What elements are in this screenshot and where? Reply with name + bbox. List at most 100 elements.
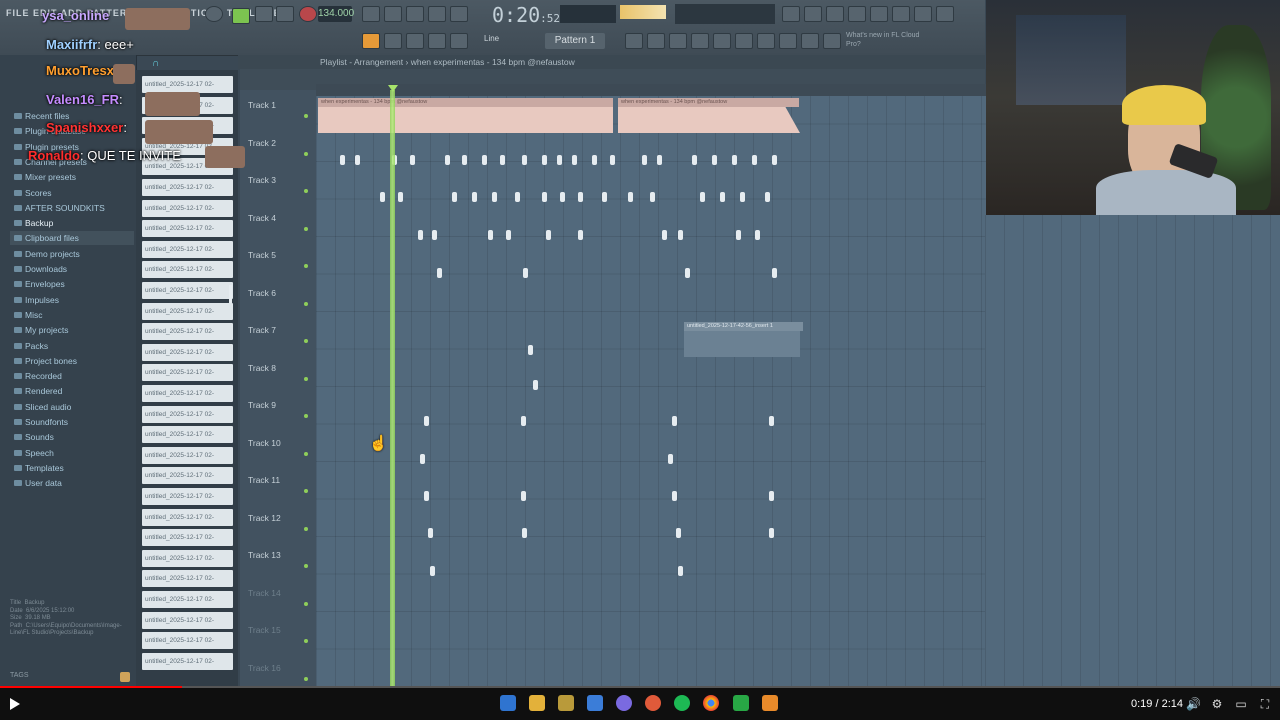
track-label[interactable]: Track 2 (248, 138, 276, 148)
touch-keyboard-icon[interactable] (757, 33, 775, 49)
track-mute-icon[interactable] (304, 676, 308, 681)
pattern-note[interactable] (445, 155, 450, 165)
close-icon[interactable] (804, 6, 822, 22)
file-item[interactable]: untitled_2025-12-17 02- (142, 426, 233, 444)
browser-item[interactable]: Project bones (14, 356, 77, 366)
snap-mode-select[interactable]: Line (484, 34, 499, 43)
file-item[interactable]: untitled_2025-12-17 02- (142, 240, 233, 258)
pattern-note[interactable] (772, 155, 777, 165)
track-mute-icon[interactable] (304, 376, 308, 381)
browser-tags-label[interactable]: TAGS (10, 672, 29, 679)
mic-icon[interactable] (826, 6, 844, 22)
fullscreen-icon[interactable]: ⛶ (1258, 697, 1272, 711)
channel-rack-icon[interactable] (669, 33, 687, 49)
browser-item[interactable]: AFTER SOUNDKITS (14, 203, 105, 213)
browser-item[interactable]: Demo projects (14, 249, 80, 259)
audio-clip-header[interactable]: when experimentas - 134 bpm @nefaustow (318, 98, 613, 107)
tempo-display[interactable]: 134.000 (318, 6, 354, 22)
chrome-icon[interactable] (703, 695, 719, 711)
pattern-note[interactable] (700, 192, 705, 202)
volume-icon[interactable]: 🔊 (1186, 697, 1201, 711)
file-item[interactable]: untitled_2025-12-17 02- (142, 549, 233, 567)
browser-item[interactable]: Mixer presets (14, 172, 76, 182)
audio-clip[interactable] (618, 107, 800, 133)
piano-roll-icon[interactable] (647, 33, 665, 49)
link-icon[interactable] (428, 33, 446, 49)
track-label[interactable]: Track 7 (248, 325, 276, 335)
pattern-note[interactable] (678, 566, 683, 576)
file-item[interactable]: untitled_2025-12-17 02- (142, 446, 233, 464)
file-item[interactable]: untitled_2025-12-17 02- (142, 467, 233, 485)
help-icon[interactable] (848, 6, 866, 22)
pattern-note[interactable] (732, 155, 737, 165)
track-label[interactable]: Track 10 (248, 438, 281, 448)
pattern-note[interactable] (765, 192, 770, 202)
pattern-note[interactable] (462, 155, 467, 165)
pattern-note[interactable] (692, 155, 697, 165)
pattern-note[interactable] (506, 230, 511, 240)
pattern-note[interactable] (668, 454, 673, 464)
song-mode-button[interactable] (232, 8, 250, 24)
pattern-note[interactable] (424, 491, 429, 501)
file-item[interactable]: untitled_2025-12-17 02- (142, 261, 233, 279)
browser-item[interactable]: Rendered (14, 386, 62, 396)
excel-icon[interactable] (733, 695, 749, 711)
track-label[interactable]: Track 12 (248, 513, 281, 523)
track-mute-icon[interactable] (304, 226, 308, 231)
track-mute-icon[interactable] (304, 151, 308, 156)
undo-icon[interactable] (782, 6, 800, 22)
track-label[interactable]: Track 3 (248, 175, 276, 185)
browser-item[interactable]: Envelopes (14, 279, 65, 289)
track-label[interactable]: Track 6 (248, 288, 276, 298)
track-mute-icon[interactable] (304, 414, 308, 418)
play-button[interactable] (255, 6, 273, 22)
audio-clip-header[interactable]: when experimentas - 134 bpm @nefaustow (618, 98, 799, 107)
pattern-note[interactable] (678, 230, 683, 240)
browser-item[interactable]: Misc (14, 310, 42, 320)
miniplayer-icon[interactable]: ▭ (1234, 697, 1248, 711)
script-icon[interactable] (801, 33, 819, 49)
browser-item[interactable]: Speech (14, 448, 54, 458)
lock-icon[interactable] (120, 672, 130, 682)
telegram-icon[interactable] (587, 695, 603, 711)
countdown-icon[interactable] (406, 6, 424, 22)
track-label[interactable]: Track 13 (248, 550, 281, 560)
pattern-note[interactable] (428, 528, 433, 538)
playlist-icon[interactable] (625, 33, 643, 49)
stop-button[interactable] (276, 6, 294, 22)
pattern-note[interactable] (628, 192, 633, 202)
pattern-note[interactable] (769, 491, 774, 501)
file-item[interactable]: untitled_2025-12-17 02- (142, 282, 233, 299)
pattern-note[interactable] (380, 192, 385, 202)
stamp-icon[interactable] (450, 33, 468, 49)
pattern-note[interactable] (740, 192, 745, 202)
chat-icon[interactable] (914, 6, 932, 22)
file-item[interactable]: untitled_2025-12-17 02- (142, 364, 233, 382)
browser-item[interactable]: Backup (14, 218, 53, 228)
track-mute-icon[interactable] (304, 189, 308, 193)
track-mute-icon[interactable] (304, 451, 308, 456)
browser-item[interactable]: User data (14, 478, 62, 488)
pencil-icon[interactable] (406, 33, 424, 49)
pattern-note[interactable] (488, 230, 493, 240)
pattern-note[interactable] (720, 192, 725, 202)
pattern-note[interactable] (522, 528, 527, 538)
metronome-icon[interactable] (362, 6, 380, 22)
pattern-note[interactable] (340, 155, 345, 165)
track-mute-icon[interactable] (304, 339, 308, 343)
pattern-selector[interactable]: Pattern 1 (545, 33, 605, 49)
play-icon[interactable] (10, 698, 20, 710)
pattern-note[interactable] (424, 416, 429, 426)
pattern-note[interactable] (528, 345, 533, 355)
pattern-note[interactable] (418, 230, 423, 240)
pattern-note[interactable] (420, 454, 425, 464)
track-label[interactable]: Track 8 (248, 363, 276, 373)
loop-record-icon[interactable] (450, 6, 468, 22)
file-item[interactable]: untitled_2025-12-17 02- (142, 508, 233, 526)
browser-item[interactable]: Packs (14, 341, 48, 351)
wait-input-icon[interactable] (384, 6, 402, 22)
browser-item[interactable]: Clipboard files (14, 233, 79, 243)
track-mute-icon[interactable] (304, 489, 308, 493)
pattern-note[interactable] (610, 155, 615, 165)
file-item[interactable]: untitled_2025-12-17 02- (142, 405, 233, 423)
